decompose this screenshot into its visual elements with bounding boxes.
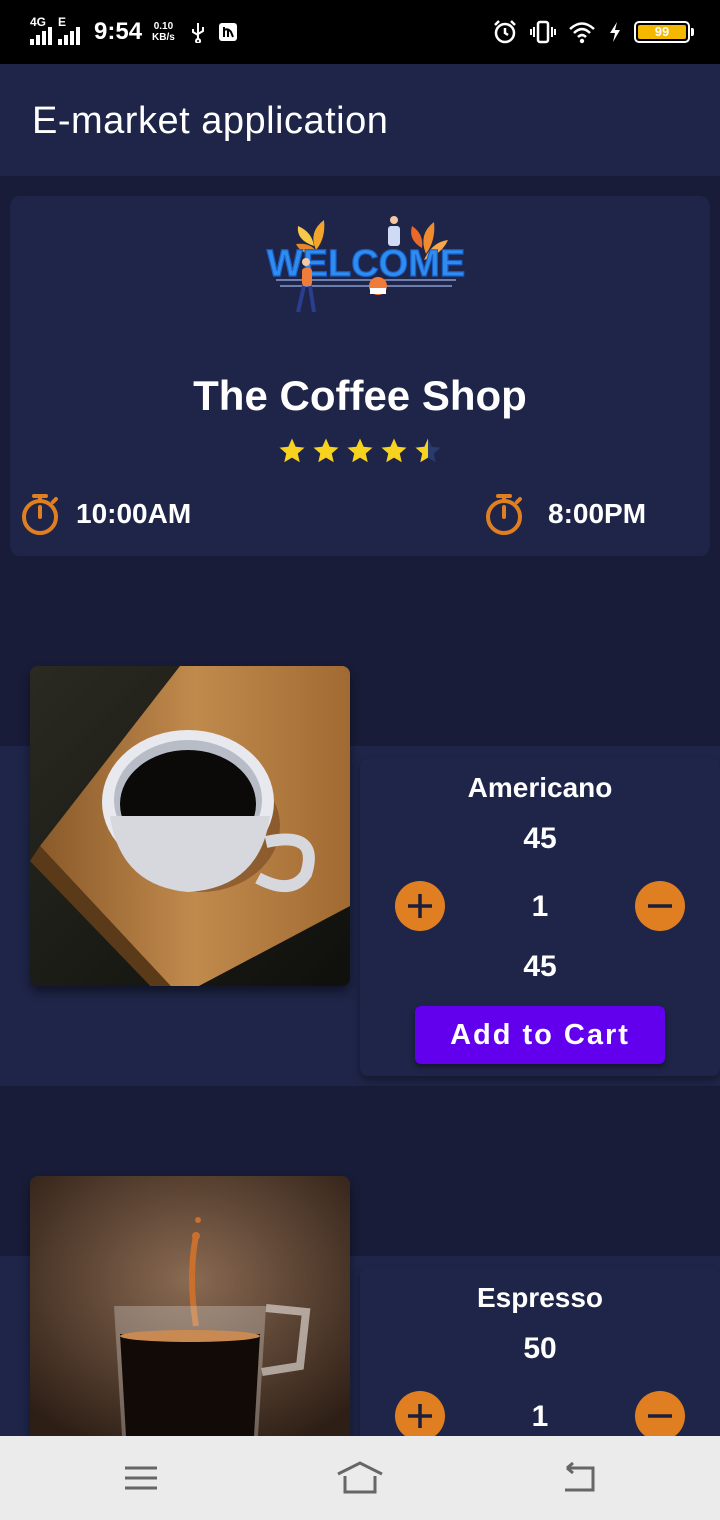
network-speed: 0.10 KB/s bbox=[152, 21, 175, 43]
network-type-e: E bbox=[58, 15, 67, 29]
home-button[interactable] bbox=[335, 1456, 385, 1500]
charging-icon bbox=[610, 22, 620, 42]
system-nav-bar bbox=[0, 1436, 720, 1520]
star-icon bbox=[313, 438, 339, 463]
product-name: Americano bbox=[467, 772, 613, 803]
espresso-glass-photo bbox=[30, 1176, 350, 1436]
minus-icon bbox=[648, 1414, 672, 1418]
back-button[interactable] bbox=[554, 1456, 604, 1500]
speed-value: 0.10 bbox=[153, 21, 174, 32]
close-time-label: 8:00PM bbox=[548, 498, 647, 529]
rating-stars bbox=[10, 436, 710, 466]
stopwatch-icon bbox=[486, 494, 522, 535]
menu-button[interactable] bbox=[116, 1456, 166, 1500]
add-to-cart-button[interactable]: Add to Cart bbox=[415, 1006, 665, 1064]
star-icon bbox=[279, 438, 305, 463]
shop-card: WELCOME The Coffee Shop 10:00AM 8:00PM bbox=[10, 196, 710, 556]
product-card: Americano 45 1 45 Add to Cart bbox=[0, 666, 720, 1086]
opening-time: 10:00AM bbox=[20, 492, 191, 536]
minus-icon bbox=[648, 904, 672, 908]
network-type-4g: 4G bbox=[30, 15, 47, 29]
americano-cup-photo bbox=[30, 666, 350, 986]
speed-unit: KB/s bbox=[152, 32, 175, 43]
product-info: Espresso 50 1 bbox=[360, 1268, 720, 1441]
welcome-illustration: WELCOME bbox=[266, 216, 466, 313]
wifi-icon bbox=[569, 22, 595, 44]
closing-time: 8:00PM bbox=[484, 492, 646, 536]
star-half-icon bbox=[415, 438, 441, 463]
app-title: E-market application bbox=[32, 100, 389, 142]
product-name: Espresso bbox=[476, 1282, 604, 1313]
alarm-icon bbox=[494, 20, 516, 44]
debug-icon bbox=[218, 23, 237, 41]
shop-name: The Coffee Shop bbox=[193, 372, 527, 419]
vibrate-icon bbox=[530, 20, 556, 44]
app-bar: E-market application bbox=[0, 64, 720, 176]
star-icon bbox=[347, 438, 373, 463]
product-total: 45 bbox=[523, 950, 557, 983]
product-price: 45 bbox=[523, 822, 557, 855]
decrease-quantity-button[interactable] bbox=[635, 1391, 685, 1441]
signal-icon: 4G bbox=[30, 15, 52, 45]
signal-icon-2: E bbox=[58, 15, 80, 45]
star-icon bbox=[381, 438, 407, 463]
welcome-banner-text: WELCOME bbox=[267, 243, 465, 285]
usb-icon bbox=[191, 23, 204, 43]
clock: 9:54 bbox=[94, 18, 143, 45]
open-time-label: 10:00AM bbox=[76, 498, 192, 529]
product-info: Americano 45 1 45 Add to Cart bbox=[360, 758, 720, 1076]
menu-icon bbox=[125, 1466, 157, 1490]
status-bar: 4G E 9:54 0.10 KB/s 99 bbox=[0, 0, 720, 64]
product-card: Espresso 50 1 bbox=[0, 1176, 720, 1441]
product-price: 50 bbox=[523, 1332, 557, 1365]
decrease-quantity-button[interactable] bbox=[635, 881, 685, 931]
battery-level: 99 bbox=[638, 25, 686, 39]
back-icon bbox=[565, 1462, 595, 1492]
home-icon bbox=[337, 1461, 383, 1494]
battery-icon: 99 bbox=[634, 21, 694, 43]
stopwatch-icon bbox=[22, 494, 58, 535]
